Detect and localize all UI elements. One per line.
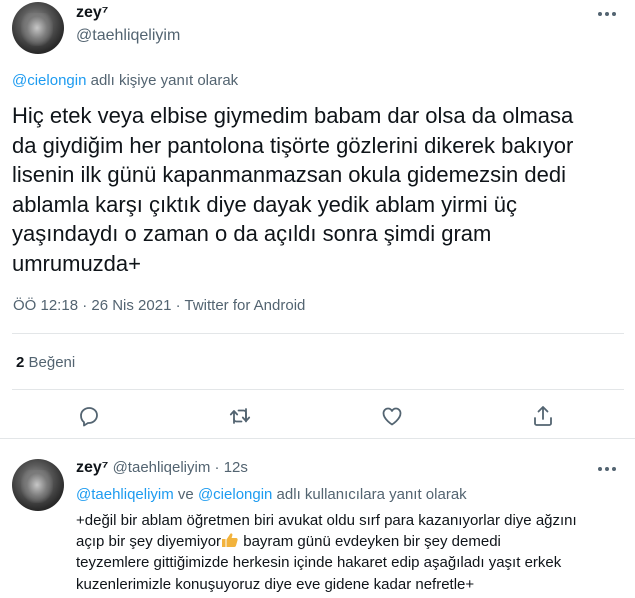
reply-to-line: @taehliqeliyim ve @cielongin adlı kullan… bbox=[76, 486, 467, 503]
avatar[interactable] bbox=[12, 459, 64, 511]
reply-text: +değil bir ablam öğretmen biri avukat ol… bbox=[76, 510, 626, 595]
main-tweet: zey⁷ @taehliqeliyim @cielongin adlı kişi… bbox=[0, 0, 635, 438]
heart-icon[interactable] bbox=[380, 404, 404, 428]
tweet-timestamp[interactable]: ÖÖ 12:18 · 26 Nis 2021 · Twitter for And… bbox=[13, 297, 305, 314]
reply-text-line: teyzemlere gittiğimizde herkesin içinde … bbox=[76, 554, 562, 572]
tweet-time[interactable]: 12s bbox=[224, 459, 248, 476]
thumbs-up-emoji bbox=[221, 532, 239, 548]
mention-link[interactable]: @taehliqeliyim bbox=[76, 486, 174, 503]
reply-to-suffix: adlı kullanıcılara yanıt olarak bbox=[272, 486, 467, 503]
tweet-text-line: ablamla karşı çıktık diye dayak yedik ab… bbox=[12, 191, 517, 217]
tweet-text-line: da giydiğim her pantolona tişörte gözler… bbox=[12, 132, 574, 158]
reply-text-segment: bayram günü evdeyken bir şey demedi bbox=[239, 533, 501, 551]
tweet-text-line: lisenin ilk günü kapanmanmazsan okula gi… bbox=[12, 162, 566, 188]
more-horizontal-icon[interactable] bbox=[598, 8, 618, 20]
tweet-text-line: yaşındaydı o zaman o da açıldı sonra şim… bbox=[12, 221, 492, 247]
reply-icon[interactable] bbox=[77, 404, 101, 428]
divider bbox=[0, 438, 635, 439]
likes-label: Beğeni bbox=[24, 354, 76, 371]
divider bbox=[12, 389, 624, 390]
reply-to-suffix: adlı kişiye yanıt olarak bbox=[86, 72, 239, 89]
retweet-icon[interactable] bbox=[228, 404, 252, 428]
reply-text-line: açıp bir şey diyemiyor bayram günü evdey… bbox=[76, 531, 626, 552]
separator: · bbox=[214, 459, 220, 476]
author-handle[interactable]: @taehliqeliyim bbox=[113, 459, 211, 476]
divider bbox=[12, 333, 624, 334]
reply-text-line: kuzenlerimizle konuşuyoruz diye eve gide… bbox=[76, 575, 475, 593]
mention-link[interactable]: @cielongin bbox=[12, 72, 86, 89]
more-horizontal-icon[interactable] bbox=[598, 463, 618, 475]
likes-count[interactable]: 2 Beğeni bbox=[16, 354, 75, 371]
reply-to-line: @cielongin adlı kişiye yanıt olarak bbox=[12, 72, 238, 89]
reply-text-line: +değil bir ablam öğretmen biri avukat ol… bbox=[76, 512, 577, 529]
reply-text-segment: açıp bir şey diyemiyor bbox=[76, 533, 222, 551]
author-name[interactable]: zey⁷ bbox=[76, 459, 108, 476]
share-icon[interactable] bbox=[531, 404, 555, 428]
mention-link[interactable]: @cielongin bbox=[198, 486, 272, 503]
author-name[interactable]: zey⁷ bbox=[76, 4, 108, 22]
tweet-text-line: umrumuzda+ bbox=[12, 250, 142, 276]
avatar[interactable] bbox=[12, 2, 64, 54]
reply-to-join: ve bbox=[173, 486, 198, 503]
tweet-text-line: Hiç etek veya elbise giymedim babam dar … bbox=[12, 103, 574, 128]
tweet-text: Hiç etek veya elbise giymedim babam dar … bbox=[12, 101, 624, 279]
author-handle[interactable]: @taehliqeliyim bbox=[76, 27, 180, 45]
reply-header: zey⁷ @taehliqeliyim · 12s bbox=[76, 459, 248, 477]
